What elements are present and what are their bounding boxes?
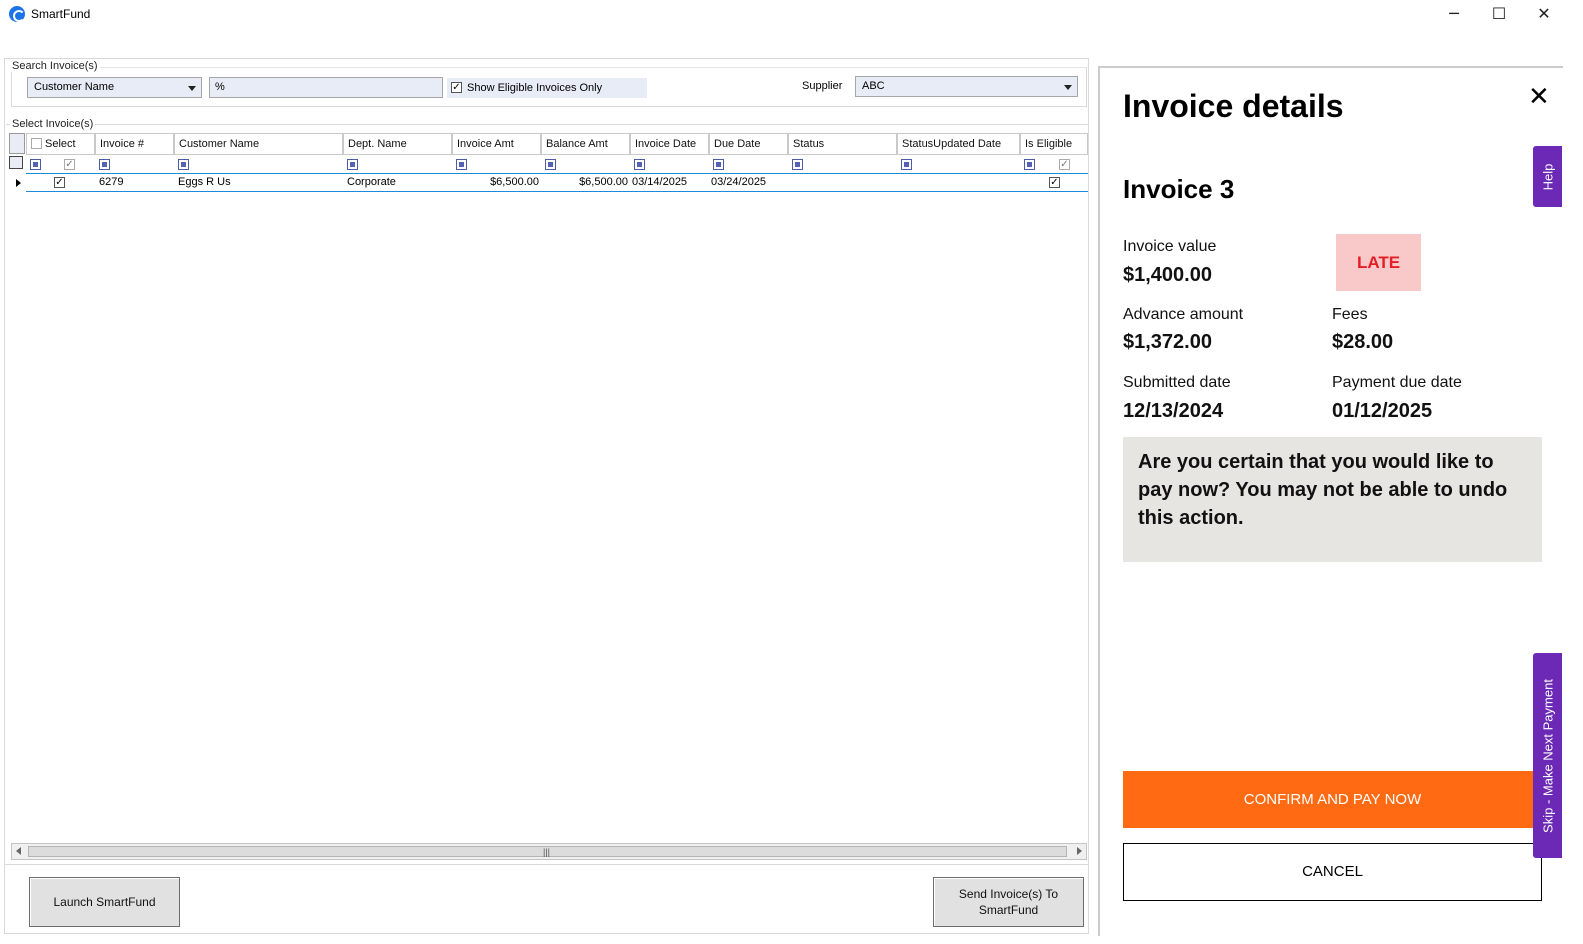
maximize-button[interactable]: ☐ [1476,0,1522,30]
launch-smartfund-button[interactable]: Launch SmartFund [29,877,180,927]
send-invoices-label-line1: Send Invoice(s) To [958,887,1059,901]
search-group-label: Search Invoice(s) [10,60,100,72]
select-all-checkbox[interactable] [31,138,42,149]
cell-invoice-amt: $6,500.00 [490,176,539,188]
filter-icon[interactable] [901,159,912,170]
skip-next-payment-tab[interactable]: Skip - Make Next Payment [1533,653,1562,858]
confirm-pay-now-button[interactable]: CONFIRM AND PAY NOW [1123,771,1542,828]
fees-label: Fees [1332,306,1368,323]
filter-icon[interactable] [545,159,556,170]
help-tab[interactable]: Help [1533,146,1562,207]
minimize-button[interactable]: ─ [1431,0,1477,30]
panel-title: Invoice details [1123,88,1344,124]
filter-icon[interactable] [713,159,724,170]
filter-icon[interactable] [792,159,803,170]
eligible-only-label: Show Eligible Invoices Only [467,82,603,94]
advance-amount-label: Advance amount [1123,306,1244,323]
invoice-value-label: Invoice value [1123,238,1217,255]
cell-dept: Corporate [347,176,396,188]
send-invoices-label-line2: SmartFund [978,903,1039,917]
table-row[interactable]: ✓ 6279 Eggs R Us Corporate $6,500.00 $6,… [26,173,1088,192]
column-header-status[interactable]: Status [788,133,897,155]
app-logo-icon [9,6,25,22]
fees-value: $28.00 [1332,331,1394,353]
submitted-date-label: Submitted date [1123,374,1231,391]
filter-icon[interactable] [99,159,110,170]
column-header-invoice-no[interactable]: Invoice # [95,133,174,155]
help-tab-label: Help [1540,163,1555,190]
skip-tab-label: Skip - Make Next Payment [1540,678,1555,833]
column-header-customer-name[interactable]: Customer Name [174,133,343,155]
column-header-balance-amt[interactable]: Balance Amt [541,133,630,155]
search-field-combo[interactable]: Customer Name [27,77,202,98]
invoice-name: Invoice 3 [1123,174,1235,204]
filter-icon[interactable] [178,159,189,170]
advance-amount-value: $1,372.00 [1123,331,1212,353]
close-window-button[interactable]: ✕ [1521,0,1567,30]
column-chooser-icon[interactable] [9,133,25,154]
search-input[interactable]: % [209,77,443,98]
column-header-due-date[interactable]: Due Date [709,133,788,155]
window-title: SmartFund [31,7,91,21]
confirmation-warning: Are you certain that you would like to p… [1123,437,1542,562]
supplier-value: ABC [862,80,885,92]
filter-clear-icon[interactable] [9,156,23,169]
eligible-only-checkbox[interactable]: ✓ [451,82,462,93]
scroll-grip-icon: ||| [543,847,551,857]
supplier-combo[interactable]: ABC [855,76,1078,97]
column-header-invoice-date[interactable]: Invoice Date [630,133,709,155]
submitted-date-value: 12/13/2024 [1123,400,1224,422]
cell-status-updated [899,174,1014,191]
chevron-down-icon [1064,85,1072,90]
row-select-checkbox[interactable]: ✓ [54,177,65,188]
invoice-details-panel: Invoice details ✕ Invoice 3 Invoice valu… [1098,66,1563,936]
row-eligible-checkbox: ✓ [1049,177,1060,188]
filter-icon[interactable] [1024,159,1035,170]
grid-group-label: Select Invoice(s) [10,118,96,130]
column-header-is-eligible[interactable]: Is Eligible [1020,133,1088,155]
bottom-button-bar: Launch SmartFund Send Invoice(s) To Smar… [5,864,1088,934]
current-row-indicator-icon [16,179,21,187]
filter-icon[interactable] [347,159,358,170]
cell-invoice-no: 6279 [99,176,124,188]
scroll-left-icon[interactable] [16,847,21,855]
filter-icon[interactable] [30,159,41,170]
search-field-value: Customer Name [34,81,115,93]
cancel-button[interactable]: CANCEL [1123,843,1542,901]
close-panel-icon[interactable]: ✕ [1528,82,1550,112]
status-badge: LATE [1336,234,1421,291]
horizontal-scrollbar[interactable]: ||| [11,843,1087,860]
payment-due-value: 01/12/2025 [1332,400,1433,422]
supplier-label: Supplier [802,80,843,92]
column-header-status-updated-date[interactable]: StatusUpdated Date [897,133,1020,155]
send-invoices-button[interactable]: Send Invoice(s) To SmartFund [933,877,1084,927]
column-header-invoice-amt[interactable]: Invoice Amt [452,133,541,155]
cell-customer: Eggs R Us [178,176,231,188]
payment-due-label: Payment due date [1332,374,1462,391]
filter-eligible-checkbox[interactable]: ✓ [1059,159,1070,170]
filter-icon[interactable] [456,159,467,170]
chevron-down-icon [188,86,196,91]
cell-balance-amt: $6,500.00 [579,176,628,188]
column-header-dept-name[interactable]: Dept. Name [343,133,452,155]
invoice-grid: Select Invoice(s) Select Invoice # Custo… [6,118,1088,844]
column-header-select[interactable]: Select [26,133,95,155]
eligible-only-toggle[interactable]: ✓ Show Eligible Invoices Only [447,78,647,98]
cell-invoice-date: 03/14/2025 [632,176,688,188]
cell-status [790,174,890,191]
invoice-value: $1,400.00 [1123,264,1212,286]
invoice-search-pane: Search Invoice(s) Customer Name % ✓ Show… [4,58,1089,934]
scrollbar-thumb[interactable]: ||| [28,846,1067,857]
title-bar: SmartFund ─ ☐ ✕ [0,0,1583,30]
filter-icon[interactable] [634,159,645,170]
cell-due-date: 03/24/2025 [711,176,767,188]
scroll-right-icon[interactable] [1077,847,1082,855]
filter-select-checkbox[interactable]: ✓ [64,159,75,170]
